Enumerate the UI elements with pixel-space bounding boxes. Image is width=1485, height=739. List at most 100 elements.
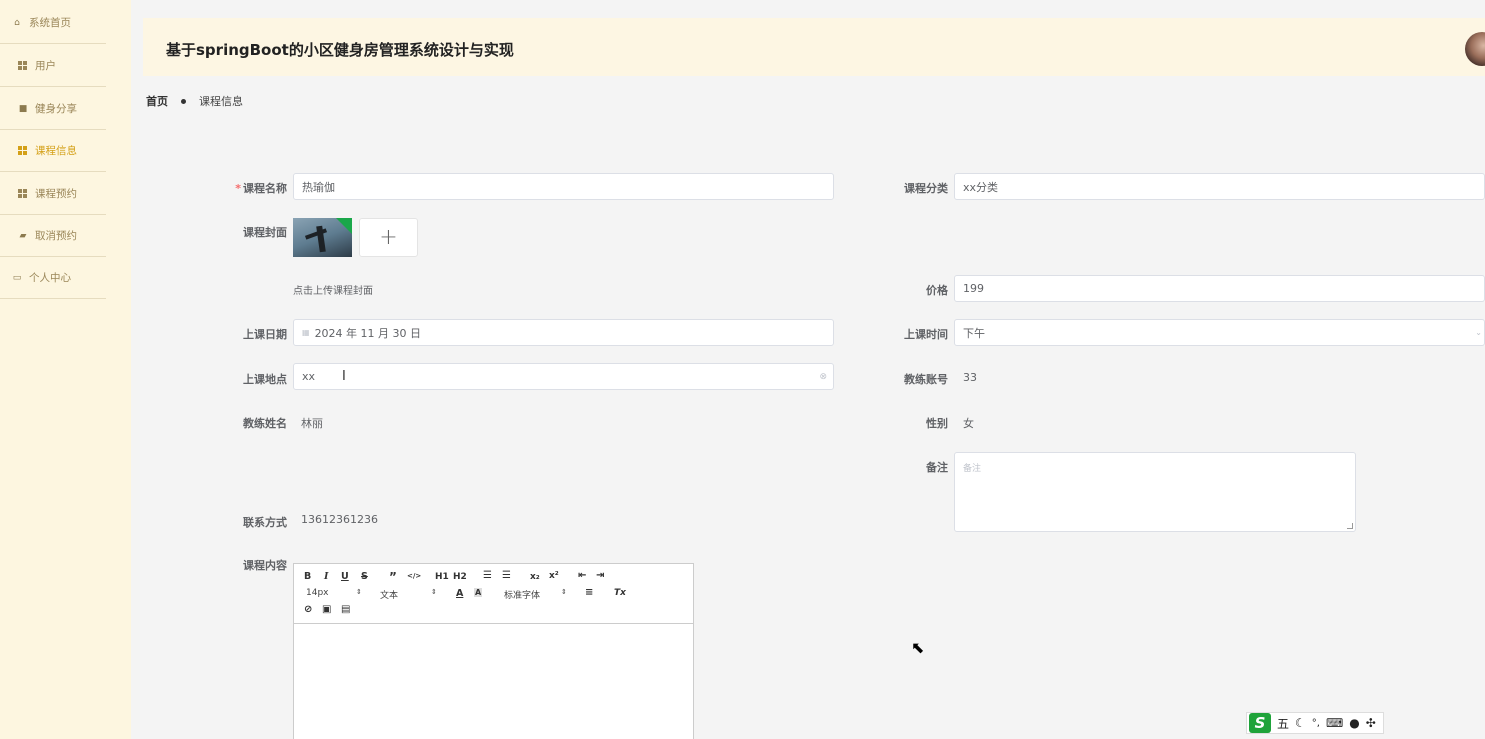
h1-button[interactable]: H1	[435, 572, 449, 582]
cover-upload-hint: 点击上传课程封面	[293, 286, 373, 297]
video-icon[interactable]: ▤	[341, 604, 350, 615]
align-icon[interactable]: ≡	[585, 587, 593, 598]
keyboard-icon[interactable]: ⌨	[1326, 716, 1343, 730]
outdent-icon[interactable]: ⇤	[578, 570, 586, 581]
mouse-pointer-icon: ⬉	[911, 638, 925, 657]
sidebar-item-cancel-booking[interactable]: ▰ 取消预约	[0, 215, 106, 257]
block-type-select[interactable]: 文本	[380, 588, 398, 601]
breadcrumb: 首页 课程信息	[146, 93, 243, 109]
briefcase-icon: ■	[18, 103, 28, 114]
font-size-select[interactable]: 14px	[306, 588, 329, 598]
remark-label: 备注	[926, 461, 948, 474]
font-family-select[interactable]: 标准字体	[504, 588, 540, 601]
sidebar-item-label: 课程信息	[35, 145, 77, 157]
price-label: 价格	[926, 284, 948, 297]
cover-image[interactable]	[293, 218, 352, 257]
ordered-list-icon[interactable]: ☰	[483, 570, 492, 581]
image-icon[interactable]: ▣	[322, 604, 331, 615]
underline-button[interactable]: U	[341, 571, 349, 582]
date-picker[interactable]: ▦ 2024 年 11 月 30 日	[293, 319, 834, 346]
breadcrumb-current: 课程信息	[199, 95, 243, 108]
sidebar-item-course-booking[interactable]: 课程预约	[0, 173, 106, 215]
text-cursor-icon: I	[342, 369, 346, 384]
sidebar-item-label: 系统首页	[29, 17, 71, 29]
required-mark: *	[235, 182, 241, 195]
chevron-updown-icon: ⇕	[561, 588, 567, 596]
ime-mode[interactable]: 五	[1277, 715, 1289, 732]
chevron-updown-icon: ⇕	[356, 588, 362, 596]
strike-button[interactable]: S	[361, 571, 368, 582]
sidebar-item-label: 个人中心	[29, 272, 71, 284]
quote-button[interactable]: ”	[389, 570, 397, 584]
grid-icon	[18, 61, 27, 70]
indent-icon[interactable]: ⇥	[596, 570, 604, 581]
apps-icon[interactable]: ✣	[1366, 716, 1376, 730]
editor-content-area[interactable]	[294, 624, 693, 739]
sidebar-item-fitness-share[interactable]: ■ 健身分享	[0, 88, 106, 130]
code-button[interactable]: </>	[407, 572, 421, 580]
time-select[interactable]: 下午 ⌄	[954, 319, 1485, 346]
remark-placeholder: 备注	[963, 464, 982, 474]
location-label: 上课地点	[243, 373, 287, 386]
sogou-logo-icon[interactable]: S	[1249, 713, 1271, 733]
superscript-button[interactable]: x²	[549, 571, 559, 581]
subscript-button[interactable]: x₂	[530, 572, 540, 582]
contact-label: 联系方式	[243, 516, 287, 529]
italic-button[interactable]: I	[324, 571, 328, 582]
background-color-button[interactable]: A	[474, 588, 483, 597]
bullet-list-icon[interactable]: ☰	[502, 570, 511, 581]
coach-account-value: 33	[963, 371, 977, 384]
course-name-input[interactable]: 热瑜伽	[293, 173, 834, 200]
grid-icon	[18, 146, 27, 155]
grid-icon	[18, 189, 27, 198]
gender-label: 性别	[926, 417, 948, 430]
card-icon: ▭	[12, 272, 22, 283]
wallet-icon: ▰	[19, 230, 27, 241]
sidebar: ⌂ 系统首页 用户 ■ 健身分享 课程信息 课程预约 ▰ 取消预约 ▭ 个人中心	[0, 0, 131, 739]
font-color-button[interactable]: A	[456, 588, 463, 599]
chevron-down-icon: ⌄	[1475, 328, 1482, 337]
home-icon: ⌂	[14, 17, 20, 28]
header: 基于springBoot的小区健身房管理系统设计与实现	[143, 18, 1485, 76]
sidebar-item-personal-center[interactable]: ▭ 个人中心	[0, 257, 106, 299]
breadcrumb-separator	[181, 98, 186, 104]
editor-toolbar: B I U S ” </> H1 H2 ☰ ☰ x₂ x² ⇤ ⇥ 14px ⇕…	[294, 564, 693, 624]
coach-account-label: 教练账号	[904, 373, 948, 386]
avatar[interactable]	[1465, 32, 1485, 66]
contact-value: 13612361236	[301, 513, 378, 526]
course-name-label: * 课程名称	[235, 182, 287, 195]
breadcrumb-home[interactable]: 首页	[146, 93, 168, 109]
cover-label: 课程封面	[243, 226, 287, 239]
remark-textarea[interactable]: 备注	[954, 452, 1356, 532]
calendar-icon: ▦	[302, 328, 310, 337]
price-input[interactable]: 199	[954, 275, 1485, 302]
sidebar-item-label: 健身分享	[35, 103, 77, 115]
coach-name-value: 林丽	[301, 417, 323, 430]
upload-button[interactable]: +	[359, 218, 418, 257]
resize-handle[interactable]	[1347, 523, 1353, 529]
content-label: 课程内容	[243, 559, 287, 572]
h2-button[interactable]: H2	[453, 572, 467, 582]
page-title: 基于springBoot的小区健身房管理系统设计与实现	[166, 41, 514, 59]
chevron-updown-icon: ⇕	[431, 588, 437, 596]
sidebar-item-home[interactable]: ⌂ 系统首页	[0, 2, 106, 44]
link-icon[interactable]: ⊘	[304, 604, 312, 615]
clear-format-button[interactable]: Tx	[614, 588, 626, 598]
time-label: 上课时间	[904, 328, 948, 341]
clear-icon[interactable]: ⊗	[819, 372, 827, 382]
category-label: 课程分类	[904, 182, 948, 195]
bold-button[interactable]: B	[304, 571, 311, 582]
ime-toolbar: S 五 ☾ °, ⌨ ● ✣	[1246, 712, 1384, 734]
moon-icon[interactable]: ☾	[1295, 716, 1306, 730]
user-icon[interactable]: ●	[1349, 716, 1359, 730]
location-input[interactable]: xx I ⊗	[293, 363, 834, 390]
sidebar-item-label: 课程预约	[35, 188, 77, 200]
sidebar-item-course-info[interactable]: 课程信息	[0, 130, 106, 172]
category-input[interactable]: xx分类	[954, 173, 1485, 200]
gender-value: 女	[963, 417, 974, 430]
rich-text-editor[interactable]: B I U S ” </> H1 H2 ☰ ☰ x₂ x² ⇤ ⇥ 14px ⇕…	[293, 563, 694, 739]
sidebar-item-users[interactable]: 用户	[0, 45, 106, 87]
coach-name-label: 教练姓名	[243, 417, 287, 430]
sidebar-item-label: 取消预约	[35, 230, 77, 242]
punctuation-icon[interactable]: °,	[1312, 718, 1320, 729]
